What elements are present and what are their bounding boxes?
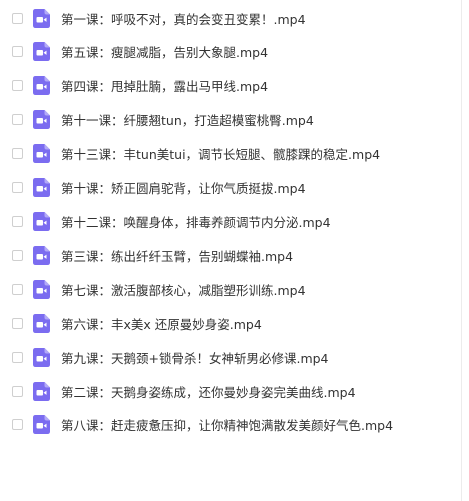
- file-row[interactable]: 第七课：激活腹部核心，减脂塑形训练.mp4: [0, 272, 460, 306]
- file-checkbox[interactable]: [12, 283, 23, 295]
- file-checkbox[interactable]: [12, 215, 23, 227]
- video-file-icon: [33, 279, 50, 299]
- file-row[interactable]: 第十二课：唤醒身体，排毒养颜调节内分泌.mp4: [0, 204, 460, 238]
- file-row[interactable]: 第一课：呼吸不对，真的会变丑变累！.mp4: [0, 1, 460, 35]
- file-name[interactable]: 第十一课：纤腰翘tun，打造超模蜜桃臀.mp4: [61, 110, 314, 129]
- file-checkbox[interactable]: [12, 351, 23, 363]
- file-row[interactable]: 第三课：练出纤纤玉臂，告别蝴蝶袖.mp4: [0, 238, 460, 272]
- video-file-icon: [33, 245, 50, 265]
- video-file-icon: [33, 75, 50, 95]
- file-checkbox[interactable]: [12, 147, 23, 159]
- file-checkbox[interactable]: [12, 418, 23, 430]
- file-name[interactable]: 第十课：矫正圆肩驼背，让你气质挺拔.mp4: [61, 178, 306, 197]
- file-row[interactable]: 第九课：天鹅颈+锁骨杀！女神斩男必修课.mp4: [0, 340, 460, 374]
- file-row[interactable]: 第十三课：丰tun美tui，调节长短腿、髋膝踝的稳定.mp4: [0, 136, 460, 170]
- file-name[interactable]: 第二课：天鹅身姿练成，还你曼妙身姿完美曲线.mp4: [61, 382, 356, 401]
- file-name[interactable]: 第九课：天鹅颈+锁骨杀！女神斩男必修课.mp4: [61, 348, 329, 367]
- file-checkbox[interactable]: [12, 317, 23, 329]
- video-file-icon: [33, 177, 50, 197]
- file-list: 第一课：呼吸不对，真的会变丑变累！.mp4 第五课：瘦腿减脂，告别大象腿.mp4…: [0, 0, 462, 501]
- file-name[interactable]: 第十三课：丰tun美tui，调节长短腿、髋膝踝的稳定.mp4: [61, 144, 380, 163]
- file-row[interactable]: 第十一课：纤腰翘tun，打造超模蜜桃臀.mp4: [0, 102, 460, 136]
- video-file-icon: [33, 8, 50, 28]
- file-row[interactable]: 第八课：赶走疲惫压抑，让你精神饱满散发美颜好气色.mp4: [0, 407, 460, 441]
- file-name[interactable]: 第四课：甩掉肚腩，露出马甲线.mp4: [61, 76, 268, 95]
- file-row[interactable]: 第十课：矫正圆肩驼背，让你气质挺拔.mp4: [0, 170, 460, 204]
- video-file-icon: [33, 347, 50, 367]
- file-name[interactable]: 第五课：瘦腿减脂，告别大象腿.mp4: [61, 42, 268, 61]
- file-name[interactable]: 第十二课：唤醒身体，排毒养颜调节内分泌.mp4: [61, 212, 331, 231]
- file-checkbox[interactable]: [12, 249, 23, 261]
- file-checkbox[interactable]: [12, 113, 23, 125]
- file-checkbox[interactable]: [12, 385, 23, 397]
- file-name[interactable]: 第一课：呼吸不对，真的会变丑变累！.mp4: [61, 9, 306, 28]
- file-row[interactable]: 第二课：天鹅身姿练成，还你曼妙身姿完美曲线.mp4: [0, 374, 460, 408]
- file-name[interactable]: 第六课：丰x美x 还原曼妙身姿.mp4: [61, 314, 262, 333]
- video-file-icon: [33, 414, 50, 434]
- video-file-icon: [33, 381, 50, 401]
- file-name[interactable]: 第八课：赶走疲惫压抑，让你精神饱满散发美颜好气色.mp4: [61, 415, 393, 434]
- file-row[interactable]: 第六课：丰x美x 还原曼妙身姿.mp4: [0, 306, 460, 340]
- video-file-icon: [33, 143, 50, 163]
- file-row[interactable]: 第四课：甩掉肚腩，露出马甲线.mp4: [0, 68, 460, 102]
- video-file-icon: [33, 313, 50, 333]
- file-checkbox[interactable]: [12, 12, 23, 24]
- video-file-icon: [33, 109, 50, 129]
- video-file-icon: [33, 211, 50, 231]
- file-checkbox[interactable]: [12, 45, 23, 57]
- file-name[interactable]: 第三课：练出纤纤玉臂，告别蝴蝶袖.mp4: [61, 246, 293, 265]
- file-checkbox[interactable]: [12, 79, 23, 91]
- file-name[interactable]: 第七课：激活腹部核心，减脂塑形训练.mp4: [61, 280, 306, 299]
- video-file-icon: [33, 41, 50, 61]
- file-checkbox[interactable]: [12, 181, 23, 193]
- file-row[interactable]: 第五课：瘦腿减脂，告别大象腿.mp4: [0, 34, 460, 68]
